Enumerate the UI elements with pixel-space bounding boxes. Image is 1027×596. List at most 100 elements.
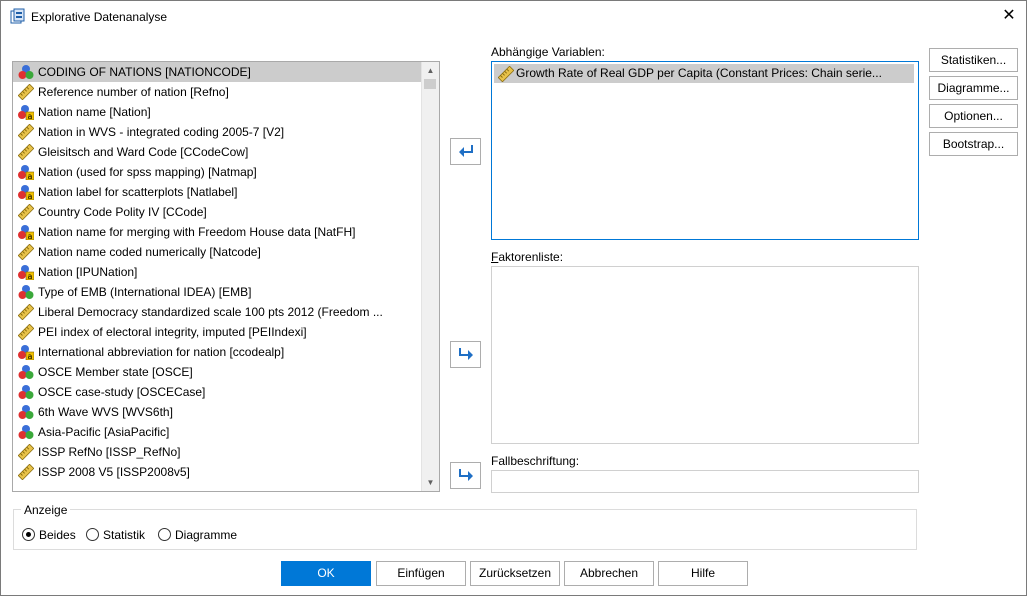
variable-label: ISSP RefNo [ISSP_RefNo] [38, 445, 181, 459]
plots-button[interactable]: Diagramme... [929, 76, 1018, 100]
variable-list-item[interactable]: Nation name coded numerically [Natcode] [13, 242, 421, 262]
move-case-label-button[interactable] [450, 462, 481, 489]
scroll-down-icon[interactable]: ▼ [422, 474, 439, 491]
variable-label: International abbreviation for nation [c… [38, 345, 285, 359]
variable-label: Liberal Democracy standardized scale 100… [38, 305, 383, 319]
scale-ruler-icon [18, 244, 34, 260]
variable-list-item[interactable]: CODING OF NATIONS [NATIONCODE] [13, 62, 421, 82]
scale-ruler-icon [18, 324, 34, 340]
radio-circle [86, 528, 99, 541]
bootstrap-button[interactable]: Bootstrap... [929, 132, 1018, 156]
nominal-balls-icon [18, 425, 34, 439]
variable-label: Reference number of nation [Refno] [38, 85, 229, 99]
help-button[interactable]: Hilfe [658, 561, 748, 586]
variable-list-item[interactable]: 6th Wave WVS [WVS6th] [13, 402, 421, 422]
nominal-balls-icon [18, 285, 34, 299]
variable-list-item[interactable]: Country Code Polity IV [CCode] [13, 202, 421, 222]
scale-ruler-icon [498, 66, 514, 82]
display-group [13, 509, 917, 550]
statistics-button[interactable]: Statistiken... [929, 48, 1018, 72]
spss-app-icon [10, 8, 25, 24]
variable-label: ISSP 2008 V5 [ISSP2008v5] [38, 465, 190, 479]
scale-ruler-icon [18, 444, 34, 460]
svg-text:a: a [28, 352, 33, 360]
scroll-up-icon[interactable]: ▲ [422, 62, 439, 79]
move-factor-button[interactable] [450, 341, 481, 368]
variable-list-item[interactable]: Liberal Democracy standardized scale 100… [13, 302, 421, 322]
svg-text:a: a [28, 192, 33, 200]
variable-label: Type of EMB (International IDEA) [EMB] [38, 285, 252, 299]
scroll-thumb[interactable] [424, 79, 436, 89]
arrow-left-icon [459, 145, 473, 157]
variable-label: PEI index of electoral integrity, impute… [38, 325, 307, 339]
radio-plots[interactable]: Diagramme [158, 528, 237, 542]
options-button[interactable]: Optionen... [929, 104, 1018, 128]
variable-label: OSCE case-study [OSCECase] [38, 385, 206, 399]
variable-items: CODING OF NATIONS [NATIONCODE] Reference … [13, 62, 421, 491]
variable-list-item[interactable]: a Nation (used for spss mapping) [Natmap] [13, 162, 421, 182]
variable-label: 6th Wave WVS [WVS6th] [38, 405, 173, 419]
close-icon[interactable]: ✕ [998, 5, 1020, 27]
variable-label: OSCE Member state [OSCE] [38, 365, 193, 379]
dependent-variables-list[interactable]: Growth Rate of Real GDP per Capita (Cons… [491, 61, 919, 240]
variable-label: Nation name [Nation] [38, 105, 151, 119]
radio-both[interactable]: Beides [22, 528, 76, 542]
dependent-variable-label: Growth Rate of Real GDP per Capita (Cons… [516, 66, 882, 80]
window-title: Explorative Datenanalyse [31, 10, 168, 24]
nominal-balls-icon [18, 365, 34, 379]
scale-ruler-icon [18, 144, 34, 160]
reset-button[interactable]: Zurücksetzen [470, 561, 560, 586]
nominal-string-icon: a [18, 165, 34, 180]
svg-text:a: a [28, 232, 33, 240]
scale-ruler-icon [18, 204, 34, 220]
factor-list[interactable] [491, 266, 919, 444]
variable-label: Nation label for scatterplots [Natlabel] [38, 185, 238, 199]
variable-list-item[interactable]: PEI index of electoral integrity, impute… [13, 322, 421, 342]
case-label-field[interactable] [491, 470, 919, 493]
dependent-variables-label: Abhängige Variablen: [491, 45, 605, 59]
nominal-string-icon: a [18, 225, 34, 240]
variable-list-item[interactable]: Reference number of nation [Refno] [13, 82, 421, 102]
arrow-right-icon [459, 348, 473, 360]
nominal-string-icon: a [18, 105, 34, 120]
variable-list-item[interactable]: a Nation name for merging with Freedom Ho… [13, 222, 421, 242]
variable-list-item[interactable]: ISSP RefNo [ISSP_RefNo] [13, 442, 421, 462]
nominal-balls-icon [18, 65, 34, 79]
nominal-string-icon: a [18, 345, 34, 360]
variable-list-item[interactable]: OSCE Member state [OSCE] [13, 362, 421, 382]
variable-list-item[interactable]: a Nation name [Nation] [13, 102, 421, 122]
paste-button[interactable]: Einfügen [376, 561, 466, 586]
case-label-label: Fallbeschriftung: [491, 454, 580, 468]
variable-label: Asia-Pacific [AsiaPacific] [38, 425, 170, 439]
source-variable-list[interactable]: CODING OF NATIONS [NATIONCODE] Reference … [12, 61, 440, 492]
radio-circle [158, 528, 171, 541]
variable-list-item[interactable]: Asia-Pacific [AsiaPacific] [13, 422, 421, 442]
radio-both-label: Beides [39, 528, 76, 542]
display-group-legend: Anzeige [21, 503, 71, 517]
ok-button[interactable]: OK [281, 561, 371, 586]
nominal-string-icon: a [18, 185, 34, 200]
variable-label: Nation [IPUNation] [38, 265, 138, 279]
nominal-balls-icon [18, 405, 34, 419]
variable-list-item[interactable]: OSCE case-study [OSCECase] [13, 382, 421, 402]
variable-list-item[interactable]: Type of EMB (International IDEA) [EMB] [13, 282, 421, 302]
scale-ruler-icon [18, 464, 34, 480]
dependent-variable-item[interactable]: Growth Rate of Real GDP per Capita (Cons… [494, 64, 914, 83]
nominal-balls-icon [18, 385, 34, 399]
variable-list-item[interactable]: Nation in WVS - integrated coding 2005-7… [13, 122, 421, 142]
move-dependent-button[interactable] [450, 138, 481, 165]
variable-list-item[interactable]: a International abbreviation for nation [… [13, 342, 421, 362]
cancel-button[interactable]: Abbrechen [564, 561, 654, 586]
variable-list-item[interactable]: Gleisitsch and Ward Code [CCodeCow] [13, 142, 421, 162]
scale-ruler-icon [18, 84, 34, 100]
variable-list-scrollbar[interactable]: ▲ ▼ [421, 62, 439, 491]
svg-text:a: a [28, 112, 33, 120]
variable-list-item[interactable]: ISSP 2008 V5 [ISSP2008v5] [13, 462, 421, 482]
variable-list-item[interactable]: a Nation [IPUNation] [13, 262, 421, 282]
radio-statistics[interactable]: Statistik [86, 528, 145, 542]
arrow-right-icon [459, 469, 473, 481]
variable-list-item[interactable]: a Nation label for scatterplots [Natlabel… [13, 182, 421, 202]
radio-statistics-label: Statistik [103, 528, 146, 542]
factor-list-label: Faktorenliste: [491, 250, 564, 264]
radio-plots-label: Diagramme [175, 528, 238, 542]
